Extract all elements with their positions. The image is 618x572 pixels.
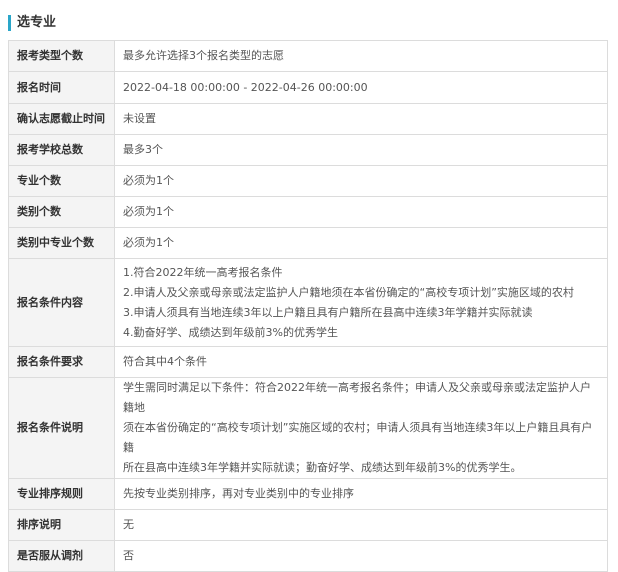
- section-title: 选专业: [17, 15, 57, 30]
- row-label: 专业个数: [8, 165, 115, 197]
- section-accent-bar: [8, 15, 11, 31]
- row-value: 最多允许选择3个报名类型的志愿: [114, 40, 608, 72]
- table-row: 报名条件要求 符合其中4个条件: [8, 346, 608, 378]
- row-value: 2022-04-18 00:00:00 - 2022-04-26 00:00:0…: [114, 71, 608, 104]
- row-value-multiline: 学生需同时满足以下条件：符合2022年统一高考报名条件；申请人及父亲或母亲或法定…: [114, 377, 608, 479]
- row-label: 是否服从调剂: [8, 540, 115, 572]
- row-value: 必须为1个: [114, 165, 608, 197]
- table-row: 类别个数 必须为1个: [8, 196, 608, 228]
- row-label: 报名条件要求: [8, 346, 115, 378]
- description-line: 学生需同时满足以下条件：符合2022年统一高考报名条件；申请人及父亲或母亲或法定…: [123, 381, 591, 414]
- row-value: 必须为1个: [114, 227, 608, 259]
- section-header: 选专业: [8, 14, 56, 32]
- condition-line: 3.申请人须具有当地连续3年以上户籍且具有户籍所在县高中连续3年学籍并实际就读: [123, 305, 533, 319]
- row-label: 类别个数: [8, 196, 115, 228]
- table-row: 确认志愿截止时间 未设置: [8, 103, 608, 135]
- row-label: 报名条件说明: [8, 377, 115, 479]
- table-row: 类别中专业个数 必须为1个: [8, 227, 608, 259]
- condition-line: 1.符合2022年统一高考报名条件: [123, 265, 283, 279]
- table-row: 专业个数 必须为1个: [8, 165, 608, 197]
- row-value: 必须为1个: [114, 196, 608, 228]
- condition-line: 4.勤奋好学、成绩达到年级前3%的优秀学生: [123, 325, 338, 339]
- row-value: 否: [114, 540, 608, 572]
- row-label: 报名时间: [8, 71, 115, 104]
- description-line: 所在县高中连续3年学籍并实际就读；勤奋好学、成绩达到年级前3%的优秀学生。: [123, 461, 522, 474]
- table-row: 专业排序规则 先按专业类别排序，再对专业类别中的专业排序: [8, 478, 608, 510]
- info-table: 报考类型个数 最多允许选择3个报名类型的志愿 报名时间 2022-04-18 0…: [8, 40, 608, 572]
- row-value: 先按专业类别排序，再对专业类别中的专业排序: [114, 478, 608, 510]
- table-row: 报名时间 2022-04-18 00:00:00 - 2022-04-26 00…: [8, 71, 608, 104]
- table-row: 报考类型个数 最多允许选择3个报名类型的志愿: [8, 40, 608, 72]
- table-row: 报考学校总数 最多3个: [8, 134, 608, 166]
- table-row: 报名条件说明 学生需同时满足以下条件：符合2022年统一高考报名条件；申请人及父…: [8, 377, 608, 479]
- table-row: 是否服从调剂 否: [8, 540, 608, 572]
- row-value-multiline: 1.符合2022年统一高考报名条件 2.申请人及父亲或母亲或法定监护人户籍地须在…: [114, 258, 608, 347]
- row-label: 报考学校总数: [8, 134, 115, 166]
- row-value: 最多3个: [114, 134, 608, 166]
- table-row: 报名条件内容 1.符合2022年统一高考报名条件 2.申请人及父亲或母亲或法定监…: [8, 258, 608, 347]
- row-label: 排序说明: [8, 509, 115, 541]
- row-label: 报名条件内容: [8, 258, 115, 347]
- row-label: 专业排序规则: [8, 478, 115, 510]
- row-label: 确认志愿截止时间: [8, 103, 115, 135]
- description-line: 须在本省份确定的“高校专项计划”实施区域的农村；申请人须具有当地连续3年以上户籍…: [123, 421, 593, 454]
- condition-line: 2.申请人及父亲或母亲或法定监护人户籍地须在本省份确定的“高校专项计划”实施区域…: [123, 285, 574, 299]
- table-row: 排序说明 无: [8, 509, 608, 541]
- row-label: 类别中专业个数: [8, 227, 115, 259]
- row-label: 报考类型个数: [8, 40, 115, 72]
- row-value: 无: [114, 509, 608, 541]
- row-value: 符合其中4个条件: [114, 346, 608, 378]
- row-value: 未设置: [114, 103, 608, 135]
